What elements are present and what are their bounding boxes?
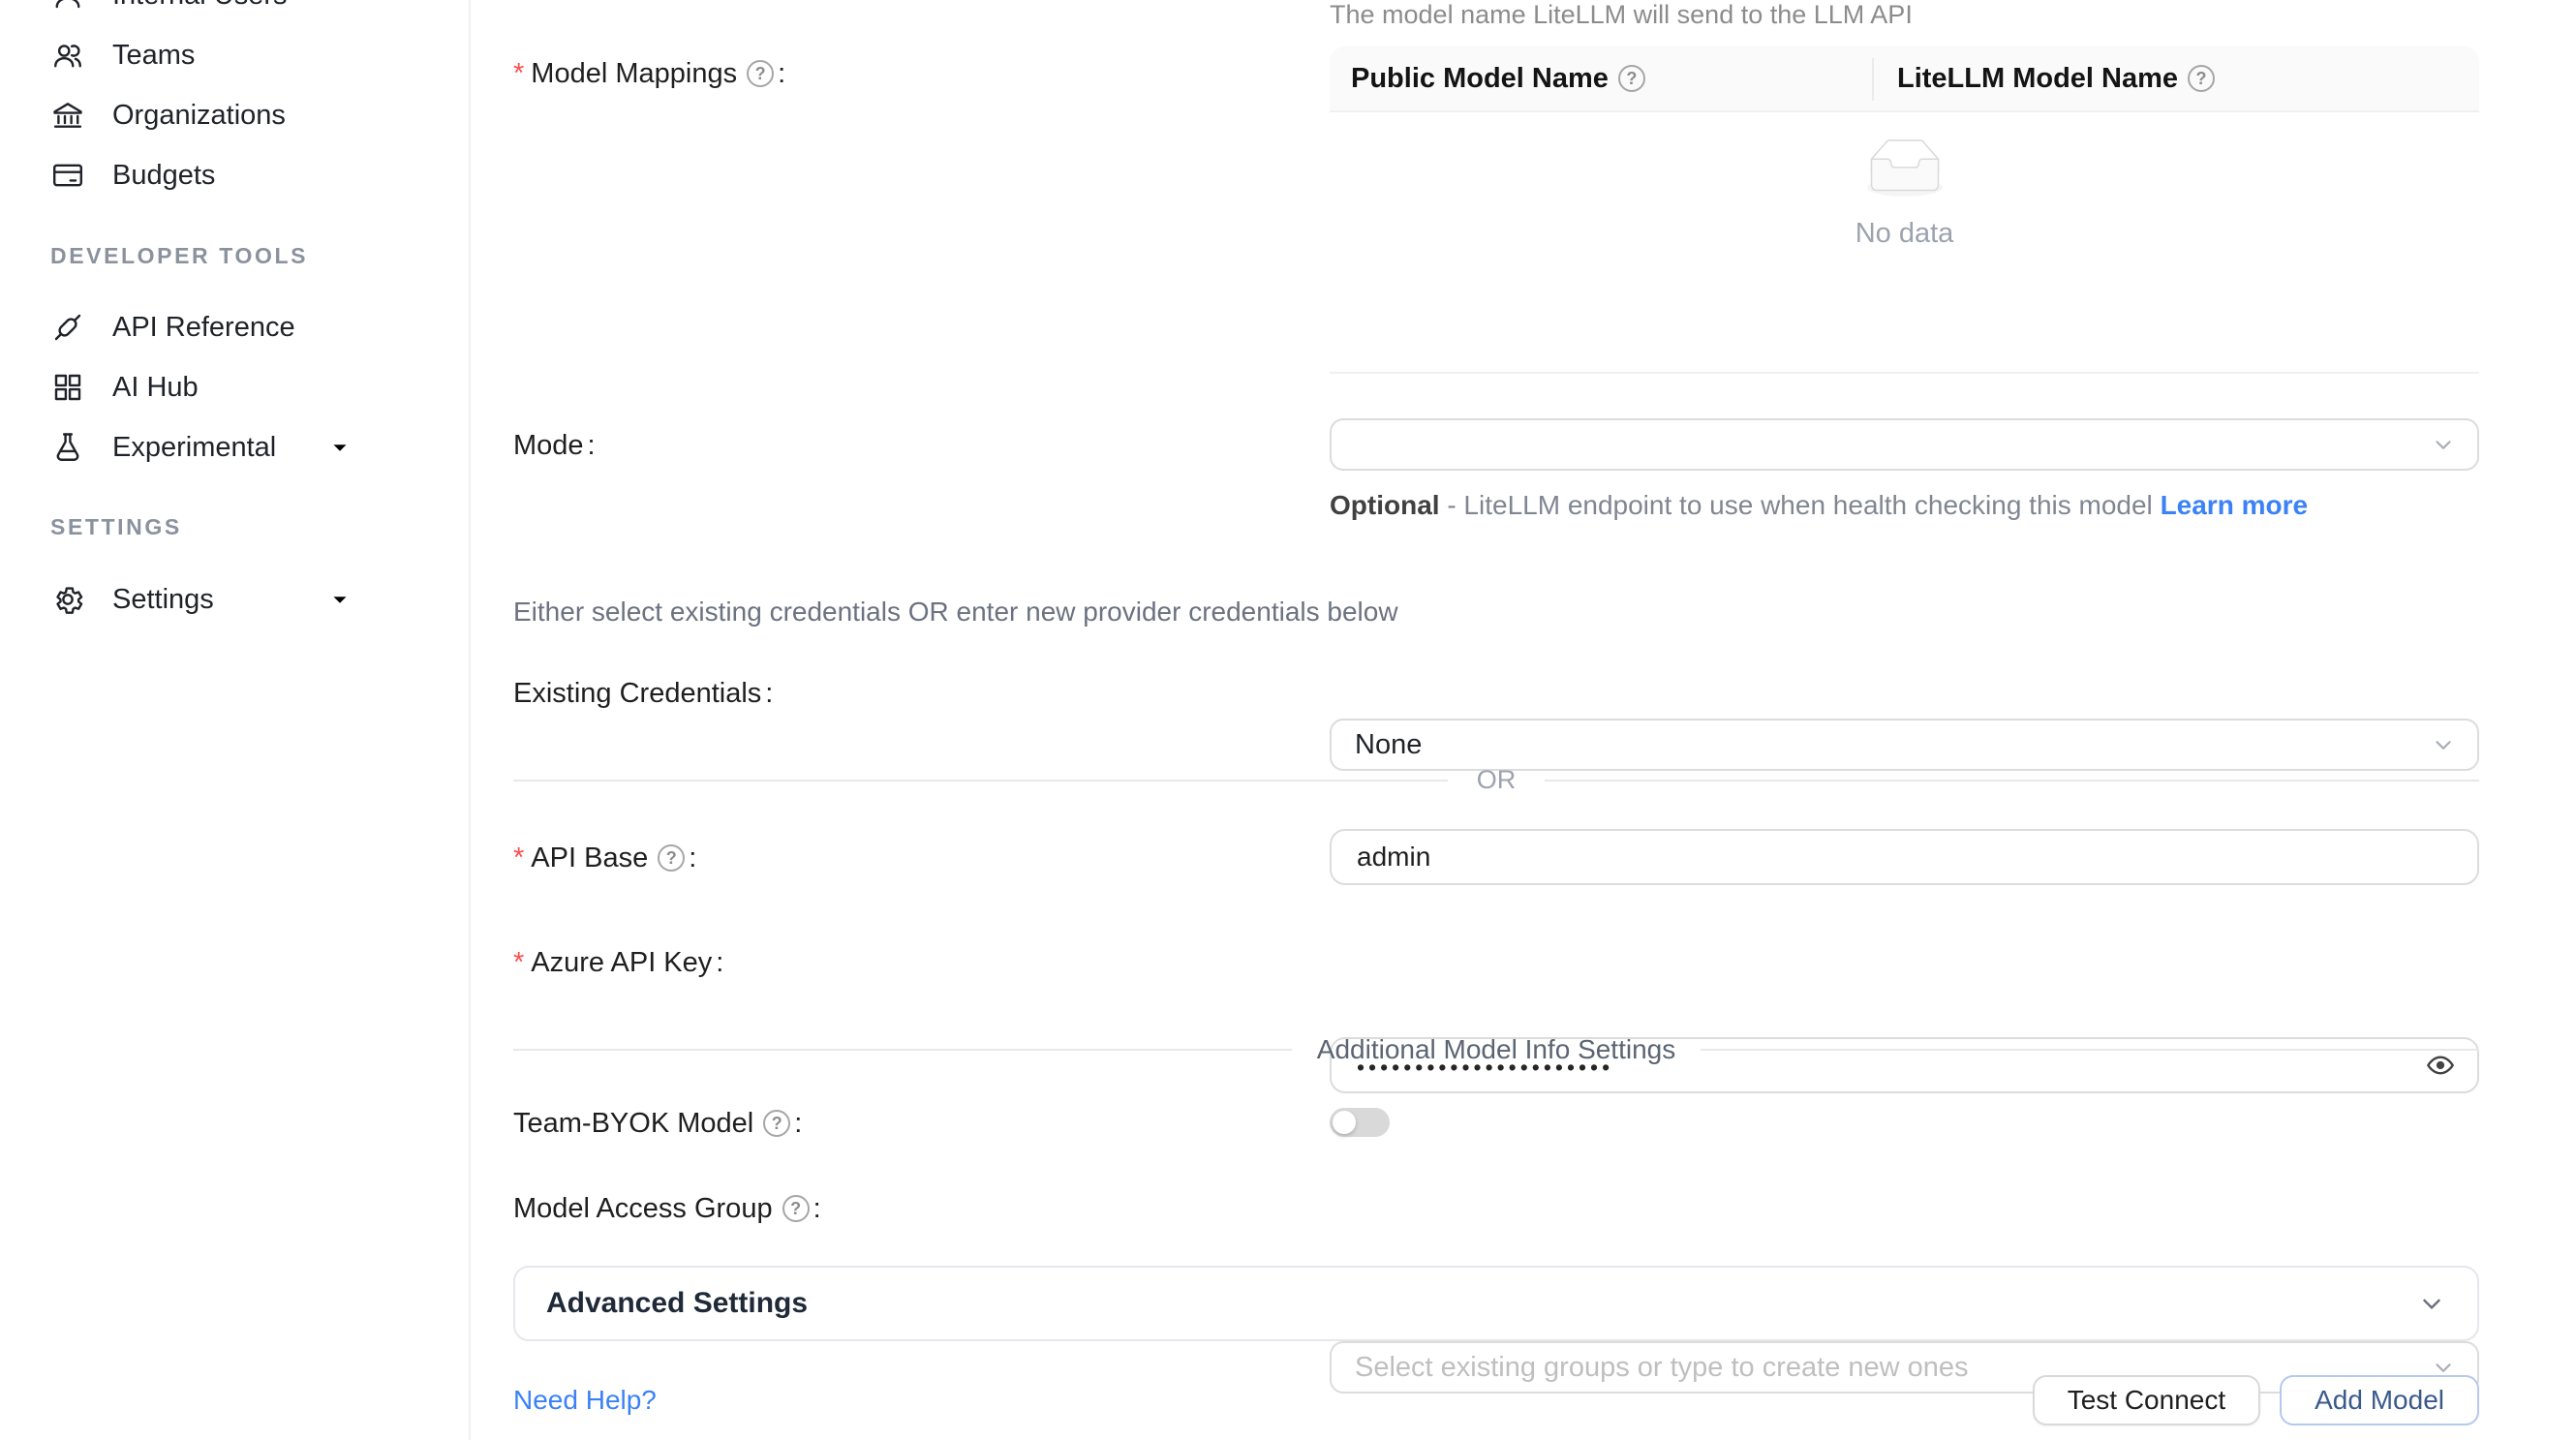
- api-icon: [50, 310, 85, 345]
- sidebar-item-label: Settings: [112, 584, 214, 616]
- api-base-input[interactable]: [1330, 829, 2479, 885]
- user-icon: [50, 0, 85, 13]
- help-question-icon[interactable]: ?: [747, 60, 774, 87]
- mode-select[interactable]: [1330, 418, 2479, 471]
- sidebar-item-label: Organizations: [112, 100, 286, 132]
- required-asterisk: *: [513, 839, 524, 877]
- learn-more-link[interactable]: Learn more: [2161, 490, 2309, 520]
- mode-label: Mode :: [513, 426, 596, 465]
- model-name-help-text: The model name LiteLLM will send to the …: [1330, 0, 2479, 33]
- team-byok-label: Team-BYOK Model ? :: [513, 1104, 802, 1143]
- sidebar-item-label: AI Hub: [112, 372, 199, 404]
- additional-settings-divider: Additional Model Info Settings: [513, 1034, 2479, 1065]
- sidebar-section-settings: SETTINGS: [0, 512, 469, 541]
- divider-line: [513, 1049, 1292, 1051]
- help-question-icon[interactable]: ?: [658, 844, 685, 872]
- help-question-icon[interactable]: ?: [763, 1110, 790, 1137]
- sidebar-menu: Internal Users Teams Organizations Budge…: [0, 0, 469, 629]
- credentials-note: Either select existing credentials OR en…: [513, 597, 2479, 628]
- divider-line: [513, 780, 1448, 781]
- chevron-down-icon: [327, 587, 353, 612]
- chevron-down-icon: [327, 435, 353, 460]
- sidebar-item-teams[interactable]: Teams: [0, 25, 469, 85]
- sidebar-section-developer-tools: DEVELOPER TOOLS: [0, 241, 469, 270]
- sidebar-item-label: Teams: [112, 40, 195, 72]
- sidebar-nav: Internal Users Teams Organizations Budge…: [0, 0, 471, 1440]
- add-model-page: Internal Users Teams Organizations Budge…: [0, 0, 2576, 1440]
- form-footer: Need Help? Test Connect Add Model: [513, 1375, 2479, 1425]
- additional-settings-divider-text: Additional Model Info Settings: [1317, 1034, 1675, 1065]
- toggle-knob: [1333, 1111, 1356, 1134]
- help-question-icon[interactable]: ?: [1618, 65, 1645, 92]
- azure-api-key-label: * Azure API Key :: [513, 943, 723, 982]
- existing-credentials-value: None: [1355, 729, 1422, 761]
- empty-box-icon: [1858, 139, 1951, 199]
- or-text: OR: [1477, 765, 1517, 795]
- flask-icon: [50, 430, 85, 465]
- sidebar-item-experimental[interactable]: Experimental: [0, 417, 469, 477]
- required-asterisk: *: [513, 943, 524, 982]
- sidebar-item-budgets[interactable]: Budgets: [0, 145, 469, 205]
- sidebar-item-label: Budgets: [112, 160, 215, 192]
- grid-icon: [50, 370, 85, 405]
- no-data-text: No data: [1330, 218, 2479, 250]
- sidebar-item-label: API Reference: [112, 312, 295, 344]
- team-icon: [50, 38, 85, 73]
- existing-credentials-select[interactable]: None: [1330, 719, 2479, 771]
- or-divider: OR: [513, 765, 2479, 795]
- add-model-button[interactable]: Add Model: [2280, 1375, 2479, 1425]
- optional-bold: Optional: [1330, 490, 1440, 520]
- sidebar-item-label: Experimental: [112, 432, 276, 464]
- advanced-settings-title: Advanced Settings: [546, 1287, 808, 1320]
- model-access-group-label: Model Access Group ? :: [513, 1189, 821, 1228]
- gear-icon: [50, 582, 85, 617]
- table-body-empty: No data: [1330, 112, 2479, 374]
- sidebar-item-organizations[interactable]: Organizations: [0, 85, 469, 145]
- advanced-settings-panel[interactable]: Advanced Settings: [513, 1266, 2479, 1341]
- divider-line: [1545, 780, 2479, 781]
- sidebar-item-api-reference[interactable]: API Reference: [0, 297, 469, 357]
- chevron-down-icon: [2431, 732, 2456, 757]
- column-divider: [1872, 58, 1874, 101]
- model-mappings-label: * Model Mappings ? :: [513, 54, 785, 93]
- add-model-form: The model name LiteLLM will send to the …: [471, 0, 2576, 1440]
- help-question-icon[interactable]: ?: [2188, 65, 2215, 92]
- existing-credentials-label: Existing Credentials :: [513, 674, 773, 713]
- sidebar-item-label: Internal Users: [112, 0, 288, 12]
- chevron-down-icon: [2431, 432, 2456, 457]
- bank-icon: [50, 98, 85, 133]
- api-base-label: * API Base ? :: [513, 839, 696, 877]
- divider-line: [1701, 1049, 2479, 1051]
- sidebar-item-settings[interactable]: Settings: [0, 569, 469, 629]
- column-header-litellm-model-name: LiteLLM Model Name ?: [1874, 63, 2215, 95]
- sidebar-item-internal-users[interactable]: Internal Users: [0, 0, 469, 25]
- test-connect-button[interactable]: Test Connect: [2033, 1375, 2260, 1425]
- column-header-public-model-name: Public Model Name ?: [1330, 63, 1874, 95]
- model-mappings-table: Public Model Name ? LiteLLM Model Name ?: [1330, 46, 2479, 376]
- mode-help-text: Optional - LiteLLM endpoint to use when …: [1330, 486, 2409, 525]
- need-help-link[interactable]: Need Help?: [513, 1385, 657, 1416]
- required-asterisk: *: [513, 54, 524, 93]
- table-header: Public Model Name ? LiteLLM Model Name ?: [1330, 46, 2479, 112]
- team-byok-toggle[interactable]: [1330, 1108, 1390, 1137]
- credit-card-icon: [50, 158, 85, 193]
- chevron-down-icon: [2417, 1289, 2446, 1318]
- help-question-icon[interactable]: ?: [782, 1195, 810, 1222]
- sidebar-item-ai-hub[interactable]: AI Hub: [0, 357, 469, 417]
